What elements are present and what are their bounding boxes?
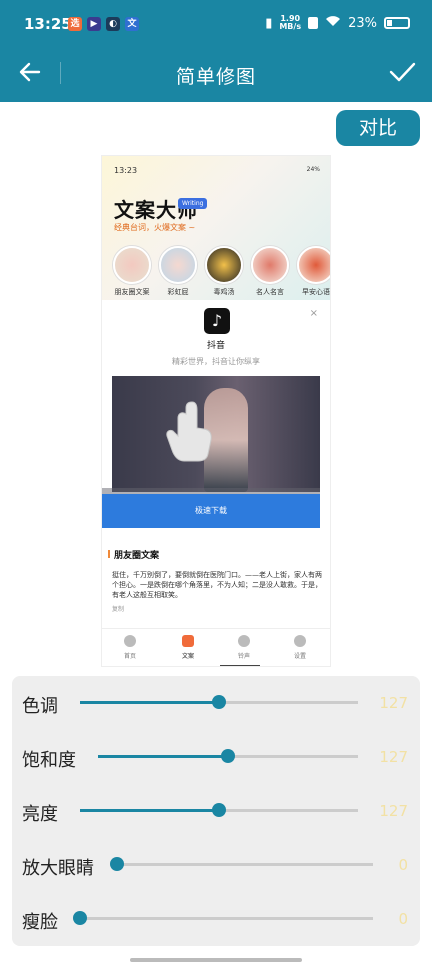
adjust-row-enlarge-eyes: 放大眼睛 0 [12,838,420,892]
preview-tab: 首页 [110,635,150,660]
preview-section: 朋友圈文案 挺住，千万别倒了，要倒就倒在医院门口。——老人上街，家人有两个担心。… [102,536,330,666]
adjust-row-brightness: 亮度 127 [12,784,420,838]
preview-category: 朋友圈文案 [112,246,152,297]
ad-download-button: 极速下载 [102,488,320,528]
preview-ad: × ♪ 抖音 精彩世界，抖音让你纵享 极速下载 [102,300,330,536]
no-sim-icon [308,17,319,29]
adjustment-panel: 色调 127 饱和度 127 亮度 127 放大眼睛 0 瘦脸 0 [12,676,420,946]
hue-label: 色调 [22,696,58,717]
compare-button[interactable]: 对比 [336,110,420,146]
adjust-row-slim-face: 瘦脸 0 [12,892,420,946]
image-preview: 13:23 24% 文案大师 Writing 经典台词，火爆文案 ~ 朋友圈文案… [102,156,330,666]
preview-category: 毒鸡汤 [204,246,244,297]
saturation-label: 饱和度 [22,750,76,771]
preview-section-title: 朋友圈文案 [107,548,159,561]
saturation-slider-thumb[interactable] [221,749,235,763]
preview-copy-label: 复制 [112,606,125,613]
preview-tab-indicator [220,665,260,666]
preview-tab: 设置 [280,635,320,660]
page-title: 简单修图 [175,66,256,88]
home-indicator[interactable] [130,958,302,962]
brightness-slider-thumb[interactable] [212,803,226,817]
saturation-slider[interactable] [98,749,358,763]
ad-video [112,376,320,492]
preview-quote: 挺住，千万别倒了，要倒就倒在医院门口。——老人上街，家人有两个担心。一是跌倒在哪… [112,571,322,599]
hue-slider[interactable] [80,695,358,709]
adjust-row-saturation: 饱和度 127 [12,730,420,784]
tiktok-logo-icon: ♪ [204,308,230,334]
top-bar: 13:25 选 ▶ ◐ 文 ▮ 1.90 MB/s 23% 简单修图 [0,0,432,102]
preview-tab: 文案 [168,635,208,660]
notification-icons: 选 ▶ ◐ 文 [68,17,139,31]
enlarge-eyes-label: 放大眼睛 [22,858,94,879]
preview-categories: 朋友圈文案 彩虹屁 毒鸡汤 名人名言 早安心语 [112,246,330,300]
close-icon: × [309,308,318,319]
battery-percent: 23% [348,15,377,31]
wifi-icon [325,15,341,31]
enlarge-eyes-value: 0 [398,856,408,874]
brightness-label: 亮度 [22,804,58,825]
enlarge-eyes-slider-thumb[interactable] [110,857,124,871]
vibrate-icon: ▮ [265,15,273,31]
net-speed-unit: MB/s [279,22,302,31]
notification-app-icon: 选 [68,17,82,31]
enlarge-eyes-slider[interactable] [110,857,373,871]
slim-face-value: 0 [398,910,408,928]
notification-app-icon: ▶ [87,17,101,31]
preview-tab-bar: 首页 文案 铃声 设置 [102,628,330,666]
notification-app-icon: 文 [125,17,139,31]
slim-face-slider-thumb[interactable] [73,911,87,925]
notification-app-icon: ◐ [106,17,120,31]
brightness-value: 127 [379,802,408,820]
check-icon[interactable] [388,58,416,86]
preview-category: 名人名言 [250,246,290,297]
brightness-slider[interactable] [80,803,358,817]
preview-status-time: 13:23 [114,166,138,175]
nav-bar: 简单修图 [0,50,432,100]
slim-face-label: 瘦脸 [22,912,58,933]
ad-app-name: 抖音 [206,341,225,351]
status-time: 13:25 [24,15,72,33]
ad-tagline: 精彩世界，抖音让你纵享 [172,357,260,366]
preview-header: 13:23 24% 文案大师 Writing 经典台词，火爆文案 ~ 朋友圈文案… [102,156,330,300]
hue-value: 127 [379,694,408,712]
hue-slider-thumb[interactable] [212,695,226,709]
preview-status-battery: 24% [306,166,320,173]
slim-face-slider[interactable] [73,911,373,925]
status-bar: 13:25 选 ▶ ◐ 文 ▮ 1.90 MB/s 23% [0,0,432,50]
battery-icon [384,17,410,29]
saturation-value: 127 [379,748,408,766]
pointing-hand-icon [166,401,212,462]
adjust-row-hue: 色调 127 [12,676,420,730]
preview-category: 彩虹屁 [158,246,198,297]
status-right: ▮ 1.90 MB/s 23% [265,15,410,31]
preview-badge: Writing [178,198,208,209]
net-speed: 1.90 MB/s [279,15,301,31]
preview-slogan: 经典台词，火爆文案 ~ [114,223,196,232]
preview-category: 早安心语 [296,246,330,297]
preview-tab: 铃声 [224,635,264,660]
